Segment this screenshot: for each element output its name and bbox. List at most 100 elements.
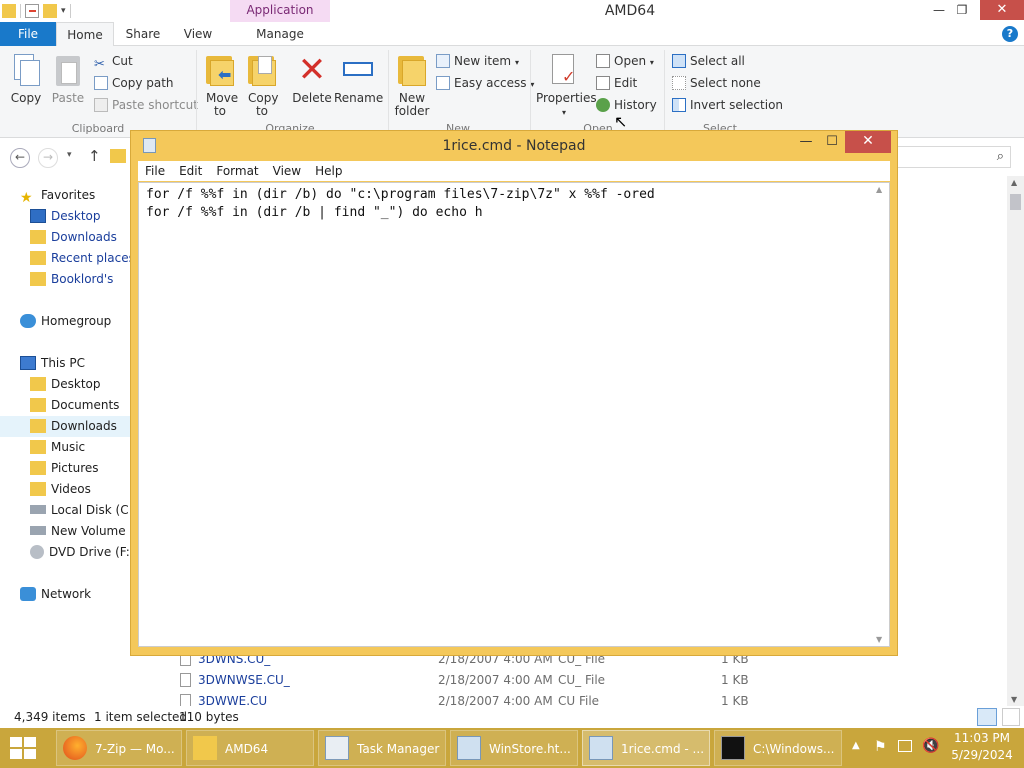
nav-pc-downloads[interactable]: Downloads bbox=[0, 416, 132, 437]
properties-button[interactable]: ✓ Properties ▾ bbox=[536, 52, 597, 119]
clock-date: 5/29/2024 bbox=[951, 748, 1013, 762]
quick-access-toolbar: ▾ bbox=[0, 2, 71, 20]
network-tray-icon[interactable] bbox=[898, 740, 912, 752]
volume-muted-icon[interactable]: 🔇 bbox=[922, 738, 939, 754]
search-input[interactable]: ⌕ bbox=[895, 146, 1011, 168]
scroll-up-icon[interactable]: ▲ bbox=[876, 185, 882, 194]
taskbar-clock[interactable]: 11:03 PM 5/29/2024 bbox=[944, 730, 1020, 766]
notepad-scrollbar[interactable]: ▲ ▼ bbox=[872, 183, 889, 646]
nav-pc-local-disk[interactable]: Local Disk (C:) bbox=[30, 500, 137, 521]
scroll-down-icon[interactable]: ▼ bbox=[876, 635, 882, 644]
edit-button[interactable]: Edit bbox=[596, 74, 637, 92]
invert-selection-icon bbox=[672, 98, 686, 112]
scroll-thumb[interactable] bbox=[1010, 194, 1021, 210]
file-list-scrollbar[interactable]: ▲ ▼ bbox=[1007, 176, 1024, 706]
properties-icon[interactable] bbox=[25, 4, 39, 18]
back-arrow-icon[interactable]: ← bbox=[10, 148, 30, 168]
menu-edit[interactable]: Edit bbox=[172, 161, 209, 181]
file-row[interactable]: 3DWWE.CU 2/18/2007 4:00 AM CU File 1 KB bbox=[180, 691, 760, 706]
nav-this-pc[interactable]: This PC bbox=[20, 353, 85, 374]
notepad-text-area[interactable]: for /f %%f in (dir /b) do "c:\program fi… bbox=[138, 182, 890, 647]
notepad-maximize-button[interactable]: ☐ bbox=[819, 133, 845, 153]
nav-pc-videos[interactable]: Videos bbox=[30, 479, 91, 500]
nav-pc-desktop[interactable]: Desktop bbox=[30, 374, 101, 395]
up-arrow-icon[interactable]: ↑ bbox=[88, 147, 101, 165]
copy-to-button[interactable]: Copy to bbox=[244, 52, 280, 118]
show-hidden-icons-icon[interactable]: ▲ bbox=[852, 740, 860, 751]
new-item-button[interactable]: New item ▾ bbox=[436, 52, 519, 70]
start-button[interactable] bbox=[10, 737, 38, 759]
chevron-down-icon[interactable]: ▾ bbox=[67, 150, 72, 160]
taskbar-winstore[interactable]: WinStore.ht... bbox=[450, 730, 578, 766]
nav-fav-recent[interactable]: Recent places bbox=[30, 248, 135, 269]
rename-button[interactable]: Rename bbox=[334, 52, 384, 105]
menu-help[interactable]: Help bbox=[308, 161, 349, 181]
menu-format[interactable]: Format bbox=[209, 161, 265, 181]
scroll-up-icon[interactable]: ▲ bbox=[1011, 178, 1017, 187]
edit-icon bbox=[596, 76, 610, 90]
taskbar-firefox[interactable]: 7-Zip — Mo... bbox=[56, 730, 182, 766]
move-to-button[interactable]: ⬅ Move to bbox=[202, 52, 238, 118]
notepad-icon bbox=[457, 736, 481, 760]
tab-view[interactable]: View bbox=[172, 22, 224, 46]
chevron-down-icon: ▾ bbox=[561, 108, 566, 117]
nav-pc-new-volume[interactable]: New Volume (D bbox=[30, 521, 143, 542]
nav-pc-documents[interactable]: Documents bbox=[30, 395, 119, 416]
scroll-down-icon[interactable]: ▼ bbox=[1011, 695, 1017, 704]
close-button[interactable]: ✕ bbox=[980, 0, 1024, 20]
large-icons-view-icon[interactable] bbox=[1002, 708, 1020, 726]
select-all-button[interactable]: Select all bbox=[672, 52, 745, 70]
cut-button[interactable]: ✂ Cut bbox=[94, 52, 133, 72]
tab-file[interactable]: File bbox=[0, 22, 56, 46]
paste-shortcut-icon bbox=[94, 98, 108, 112]
menu-view[interactable]: View bbox=[266, 161, 308, 181]
nav-fav-downloads[interactable]: Downloads bbox=[30, 227, 117, 248]
tab-manage[interactable]: Manage bbox=[230, 22, 330, 46]
new-folder-icon[interactable] bbox=[43, 4, 57, 18]
folder-icon[interactable] bbox=[2, 4, 16, 18]
open-button[interactable]: Open ▾ bbox=[596, 52, 654, 70]
action-center-flag-icon[interactable]: ⚑ bbox=[874, 739, 887, 755]
notepad-window: 1rice.cmd - Notepad — ☐ ✕ File Edit Form… bbox=[130, 130, 898, 656]
help-icon[interactable]: ? bbox=[1002, 26, 1018, 42]
nav-pc-music[interactable]: Music bbox=[30, 437, 85, 458]
taskbar-task-manager[interactable]: Task Manager bbox=[318, 730, 446, 766]
file-row[interactable]: 3DWNWSE.CU_ 2/18/2007 4:00 AM CU_ File 1… bbox=[180, 670, 760, 690]
easy-access-button[interactable]: Easy access ▾ bbox=[436, 74, 534, 92]
status-bar: 4,349 items 1 item selected 110 bytes bbox=[0, 706, 1024, 728]
file-date: 2/18/2007 4:00 AM bbox=[438, 694, 553, 706]
tab-home[interactable]: Home bbox=[56, 22, 114, 47]
nav-network[interactable]: Network bbox=[20, 584, 91, 605]
clock-time: 11:03 PM bbox=[954, 731, 1010, 745]
forward-arrow-icon[interactable]: → bbox=[38, 148, 58, 168]
details-view-icon[interactable] bbox=[977, 708, 997, 726]
nav-fav-downloads-label: Downloads bbox=[51, 230, 117, 244]
nav-pc-pictures[interactable]: Pictures bbox=[30, 458, 99, 479]
maximize-button[interactable]: ❐ bbox=[949, 0, 975, 20]
taskbar-cmd[interactable]: C:\Windows... bbox=[714, 730, 842, 766]
tab-share[interactable]: Share bbox=[118, 22, 168, 46]
notepad-minimize-button[interactable]: — bbox=[793, 133, 819, 153]
taskbar-explorer-label: AMD64 bbox=[225, 742, 269, 756]
copy-button[interactable]: Copy bbox=[6, 52, 46, 105]
paste-shortcut-button[interactable]: Paste shortcut bbox=[94, 96, 198, 114]
nav-fav-booklords[interactable]: Booklord's bbox=[30, 269, 113, 290]
menu-file[interactable]: File bbox=[138, 161, 172, 181]
paste-button[interactable]: Paste bbox=[48, 52, 88, 105]
notepad-icon bbox=[589, 736, 613, 760]
chevron-down-icon[interactable]: ▾ bbox=[61, 6, 66, 16]
nav-favorites[interactable]: ★ Favorites bbox=[20, 185, 95, 206]
nav-fav-desktop[interactable]: Desktop bbox=[30, 206, 101, 227]
copy-path-button[interactable]: Copy path bbox=[94, 74, 174, 92]
select-none-button[interactable]: Select none bbox=[672, 74, 761, 92]
nav-homegroup[interactable]: Homegroup bbox=[20, 311, 111, 332]
delete-button[interactable]: ✕ Delete bbox=[292, 52, 332, 105]
new-item-icon bbox=[436, 54, 450, 68]
pictures-folder-icon bbox=[30, 461, 46, 475]
new-folder-button[interactable]: New folder bbox=[392, 52, 432, 118]
notepad-close-button[interactable]: ✕ bbox=[845, 131, 891, 153]
invert-selection-button[interactable]: Invert selection bbox=[672, 96, 783, 114]
taskbar-explorer[interactable]: AMD64 bbox=[186, 730, 314, 766]
rename-label: Rename bbox=[334, 91, 384, 105]
taskbar-notepad[interactable]: 1rice.cmd - ... bbox=[582, 730, 710, 766]
